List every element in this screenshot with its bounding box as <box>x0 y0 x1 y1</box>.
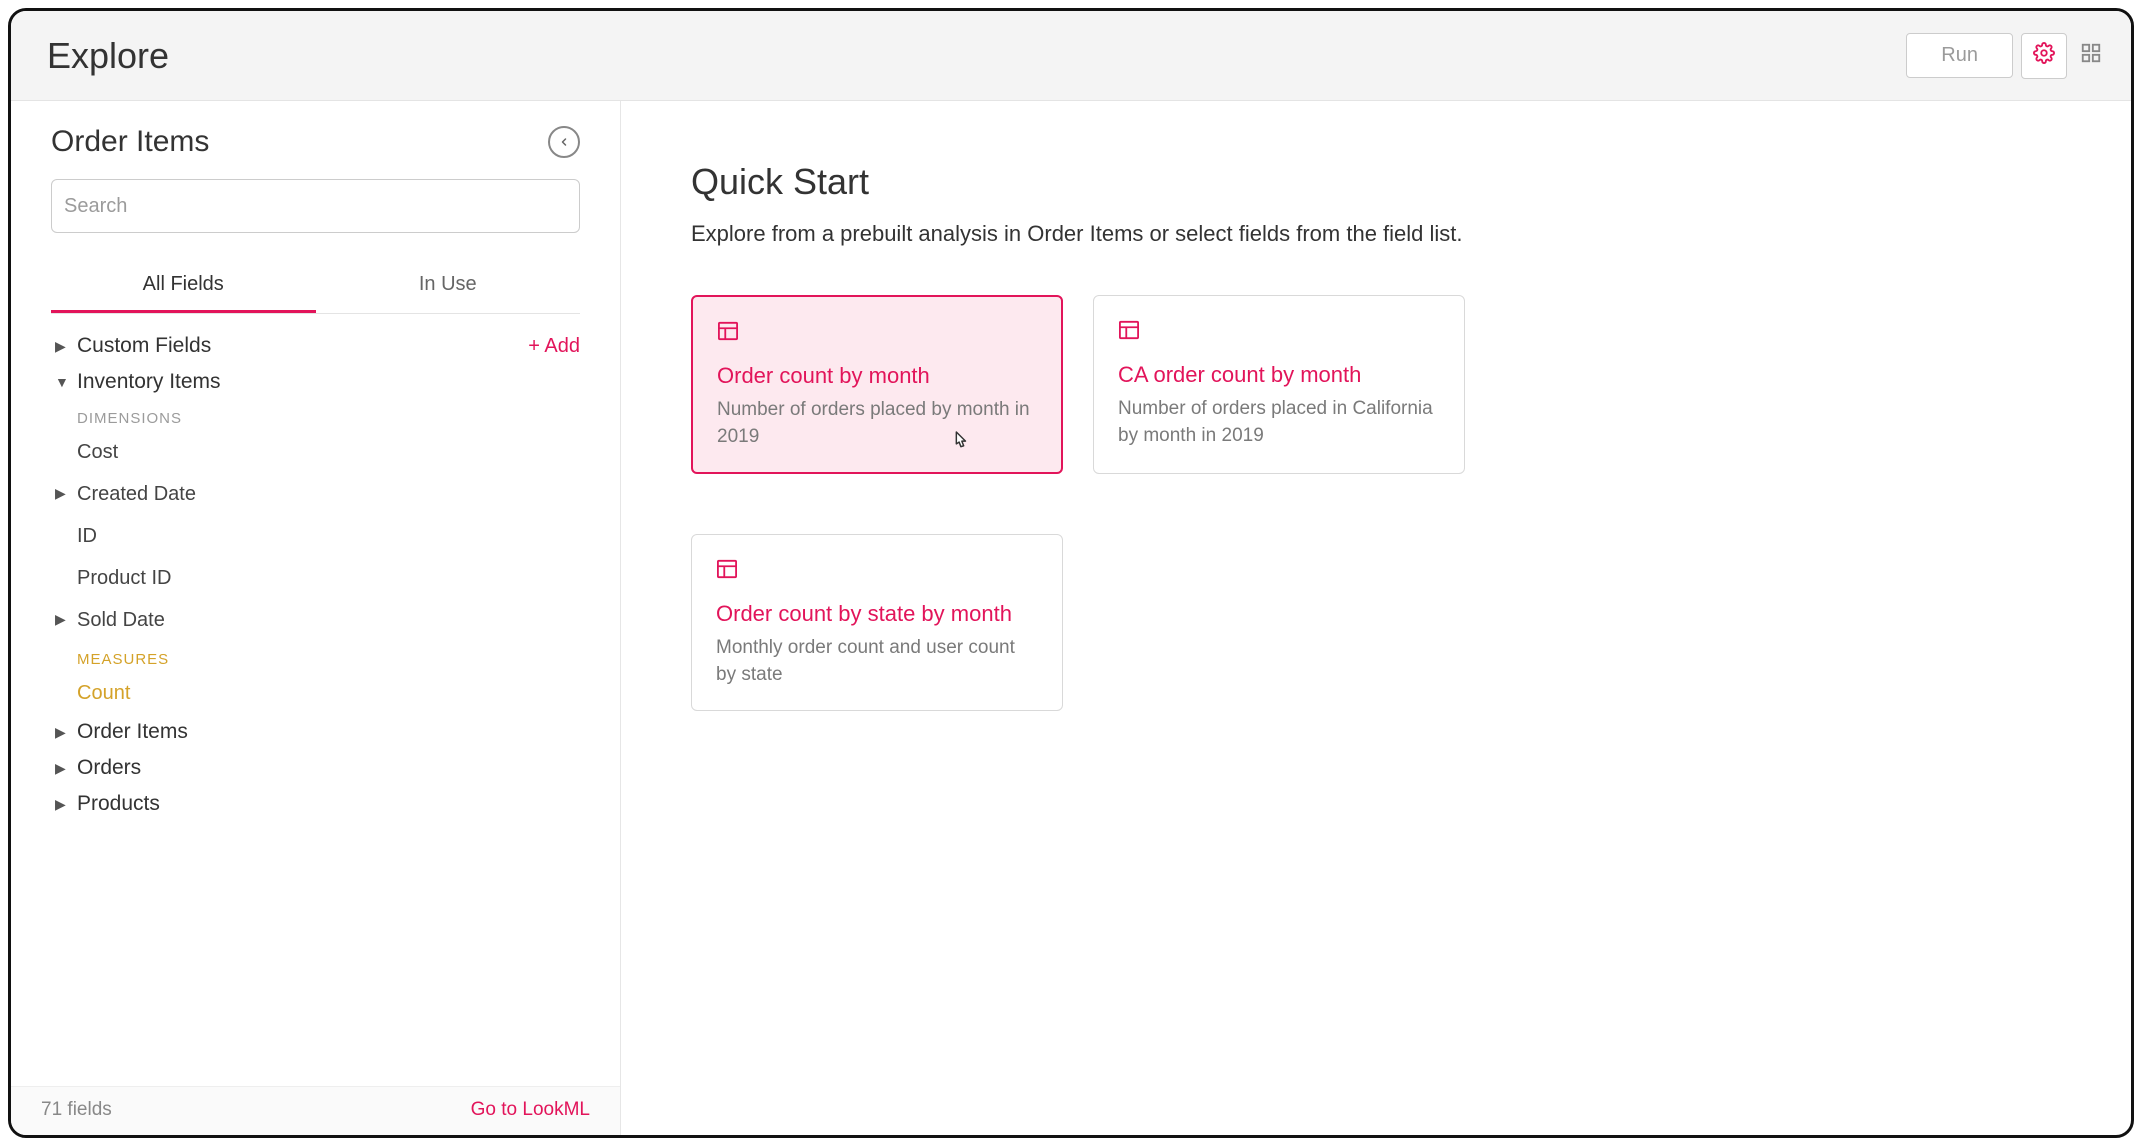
section-inventory-items[interactable]: ▼ Inventory Items <box>51 364 580 400</box>
body: Order Items All Fields In Use ▶ C <box>11 101 2131 1135</box>
section-orders[interactable]: ▶ Orders <box>51 750 580 786</box>
quick-start-cards: Order count by month Number of orders pl… <box>691 295 2061 711</box>
tab-in-use[interactable]: In Use <box>316 259 581 313</box>
section-label: Orders <box>77 756 141 780</box>
dashboard-grid-button[interactable] <box>2075 40 2107 72</box>
section-order-items[interactable]: ▶ Order Items <box>51 714 580 750</box>
app-window: Explore Run <box>8 8 2134 1138</box>
measures-label: MEASURES <box>51 641 580 672</box>
quick-start-card[interactable]: Order count by state by month Monthly or… <box>691 534 1063 711</box>
sidebar-footer: 71 fields Go to LookML <box>11 1086 620 1135</box>
cursor-icon <box>949 430 971 462</box>
section-products[interactable]: ▶ Products <box>51 786 580 822</box>
card-title: CA order count by month <box>1118 362 1440 388</box>
settings-button[interactable] <box>2021 33 2067 79</box>
dimensions-label: DIMENSIONS <box>51 400 580 431</box>
dim-created-date[interactable]: ▶ Created Date <box>51 473 580 515</box>
card-description: Monthly order count and user count by st… <box>716 635 1038 688</box>
table-icon <box>1118 320 1140 340</box>
dim-cost[interactable]: Cost <box>51 431 580 473</box>
card-title: Order count by state by month <box>716 601 1038 627</box>
collapse-sidebar-button[interactable] <box>548 126 580 158</box>
quick-start-card[interactable]: Order count by month Number of orders pl… <box>691 295 1063 474</box>
chevron-left-icon <box>558 131 570 154</box>
caret-right-icon: ▶ <box>55 724 67 741</box>
table-icon <box>717 321 739 341</box>
measure-count[interactable]: Count <box>51 672 580 714</box>
page-title: Explore <box>47 35 169 77</box>
table-icon <box>716 559 738 579</box>
sidebar-title: Order Items <box>51 125 209 159</box>
dim-label: Sold Date <box>77 599 165 641</box>
dim-id[interactable]: ID <box>51 515 580 557</box>
header: Explore Run <box>11 11 2131 101</box>
field-count: 71 fields <box>41 1099 112 1121</box>
caret-right-icon: ▶ <box>55 760 67 777</box>
card-title: Order count by month <box>717 363 1037 389</box>
add-custom-field-button[interactable]: + Add <box>528 335 580 358</box>
card-description: Number of orders placed in California by… <box>1118 396 1440 449</box>
caret-down-icon: ▼ <box>55 374 67 390</box>
run-button[interactable]: Run <box>1906 33 2013 78</box>
section-label: Order Items <box>77 720 188 744</box>
caret-right-icon: ▶ <box>55 479 67 508</box>
caret-right-icon: ▶ <box>55 796 67 813</box>
field-sidebar: Order Items All Fields In Use ▶ C <box>11 101 621 1135</box>
quick-start-title: Quick Start <box>691 161 2061 203</box>
go-to-lookml-link[interactable]: Go to LookML <box>471 1099 590 1121</box>
caret-right-icon: ▶ <box>55 338 67 355</box>
quick-start-card[interactable]: CA order count by month Number of orders… <box>1093 295 1465 474</box>
dim-product-id[interactable]: Product ID <box>51 557 580 599</box>
dim-label: Created Date <box>77 473 196 515</box>
gear-icon <box>2033 42 2055 70</box>
section-label: Inventory Items <box>77 370 221 394</box>
quick-start-subtitle: Explore from a prebuilt analysis in Orde… <box>691 221 2061 247</box>
card-description: Number of orders placed by month in 2019 <box>717 397 1037 450</box>
caret-right-icon: ▶ <box>55 605 67 634</box>
dim-sold-date[interactable]: ▶ Sold Date <box>51 599 580 641</box>
section-custom-fields[interactable]: ▶ Custom Fields + Add <box>51 328 580 364</box>
main-panel: Quick Start Explore from a prebuilt anal… <box>621 101 2131 1135</box>
sidebar-header: Order Items <box>11 101 620 171</box>
sidebar-tabs: All Fields In Use <box>51 259 580 314</box>
plus-icon: + <box>528 335 544 357</box>
search-field[interactable] <box>51 179 580 233</box>
header-actions: Run <box>1906 33 2107 79</box>
field-list: ▶ Custom Fields + Add ▼ Inventory Items … <box>11 314 620 1086</box>
section-label: Custom Fields <box>77 334 211 358</box>
section-label: Products <box>77 792 160 816</box>
grid-icon <box>2080 42 2102 70</box>
tab-all-fields[interactable]: All Fields <box>51 259 316 313</box>
search-input[interactable] <box>64 195 579 218</box>
